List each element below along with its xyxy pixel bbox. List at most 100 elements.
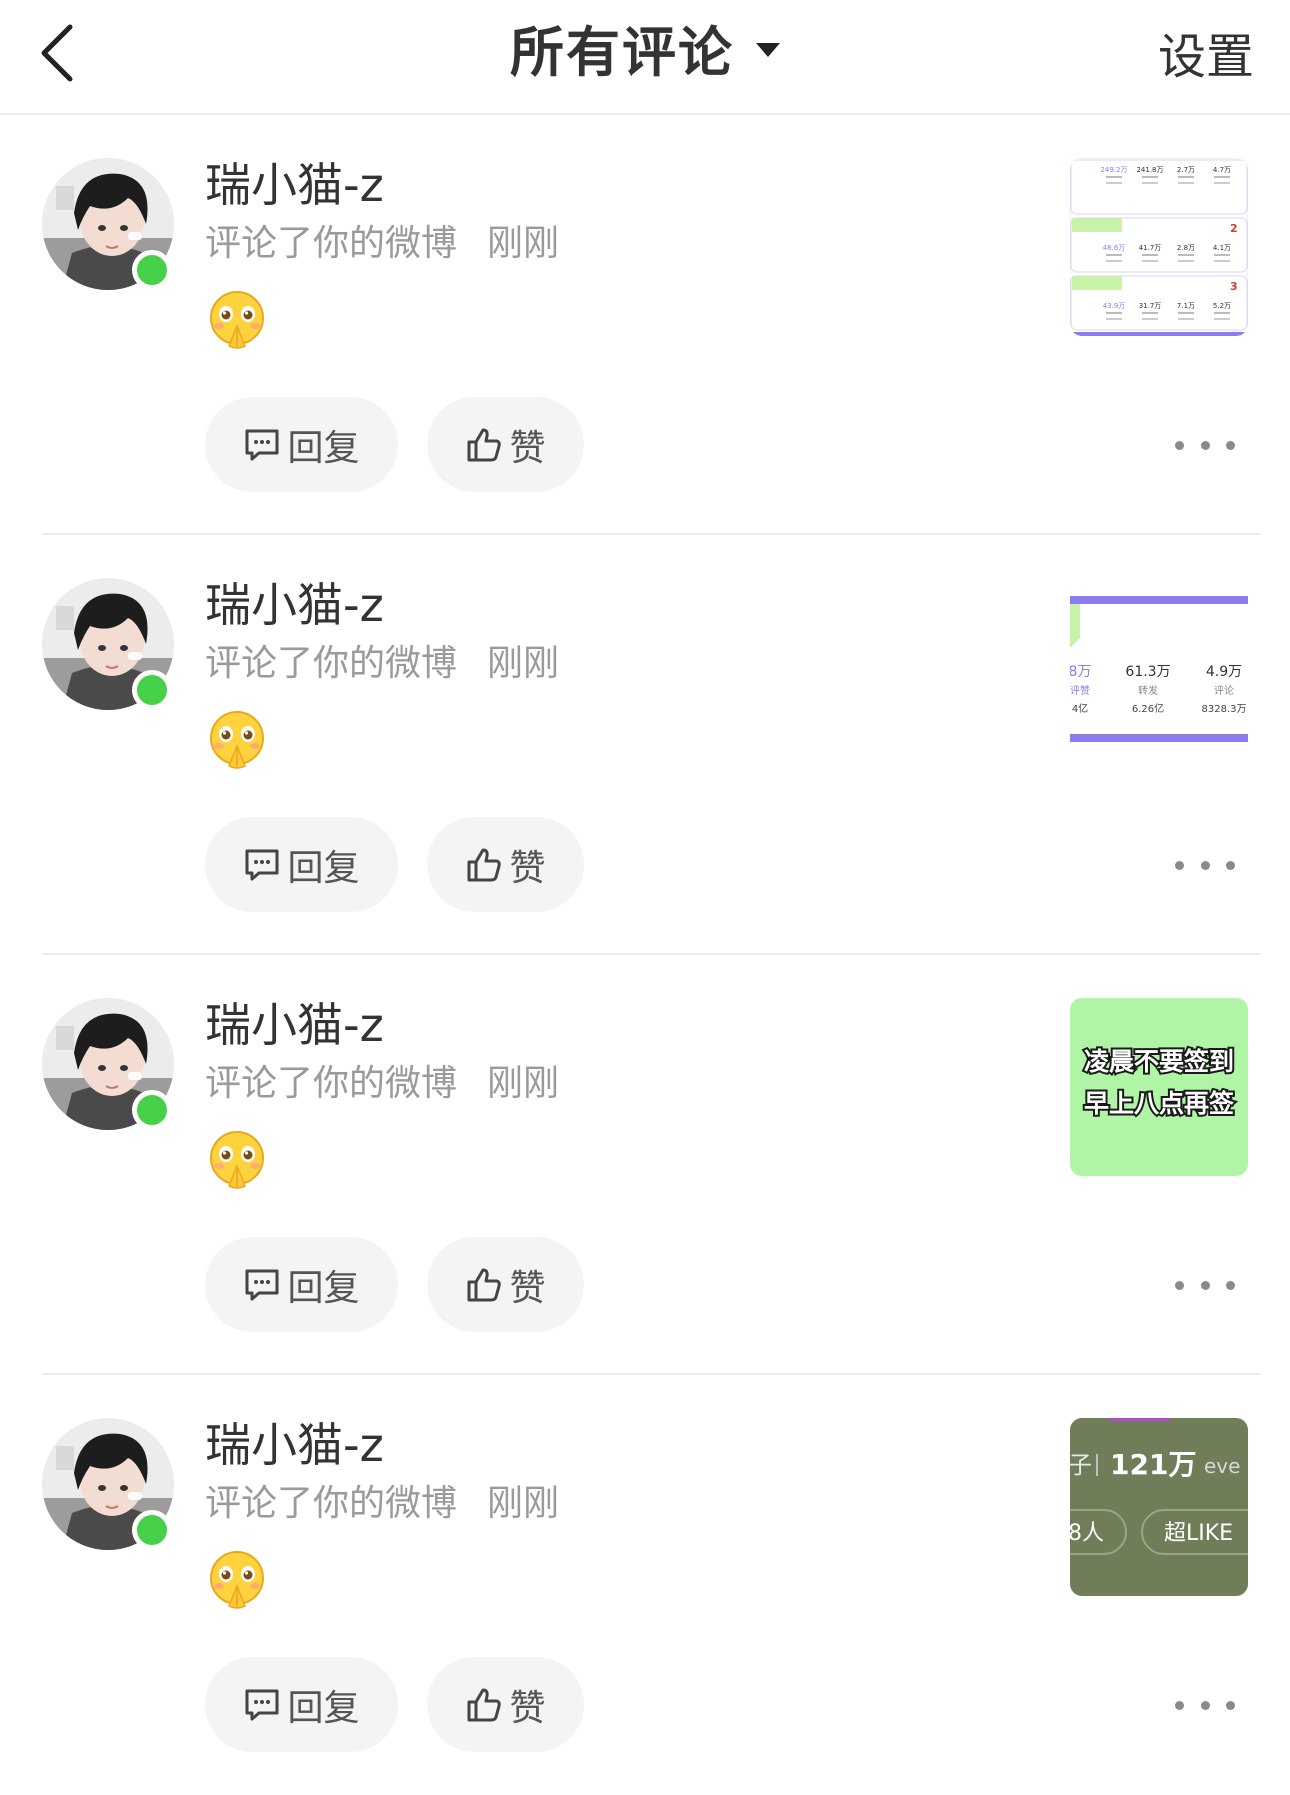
pleading-hands-emoji [207, 710, 267, 770]
like-label: 赞 [509, 1267, 546, 1309]
pleading-hands-emoji [207, 1130, 267, 1190]
stat-value: 2.8万 [1177, 244, 1195, 252]
pleading-hands-emoji [207, 290, 267, 350]
thumbnail-image: 8万评赞 4亿 61.3万转发 6.26亿 4.9万评论 8328.3万 [1070, 578, 1248, 756]
stat-value: 4.1万 [1213, 244, 1231, 252]
stat-value: 7.1万 [1177, 302, 1195, 310]
comment-filter-dropdown[interactable]: 所有评论 [0, 18, 1290, 88]
reply-label: 回复 [287, 1687, 360, 1729]
post-thumbnail[interactable]: 凌晨不要签到 早上八点再签 [1070, 998, 1248, 1176]
pleading-hands-emoji [207, 1550, 267, 1610]
stat-label: 评赞 [1070, 684, 1090, 697]
stat-value: 8万 [1070, 664, 1091, 680]
stat-value: 31.7万 [1139, 302, 1162, 310]
stat-sub: 6.26亿 [1132, 702, 1164, 715]
chat-bubble-icon [243, 847, 281, 883]
thumbs-up-icon [465, 1686, 503, 1724]
post-thumbnail[interactable]: 8万评赞 4亿 61.3万转发 6.26亿 4.9万评论 8328.3万 [1070, 578, 1248, 756]
username[interactable]: 瑞小猫-z [205, 1413, 384, 1477]
thumbnail-text-line: 早上八点再签 [1084, 1089, 1235, 1118]
like-label: 赞 [509, 847, 546, 889]
thumbnail-image: 凌晨不要签到早上八点再签 [1070, 998, 1248, 1176]
stat-label: 转发 [1138, 684, 1158, 697]
username[interactable]: 瑞小猫-z [205, 153, 384, 217]
action-text: 评论了你的微博 [205, 223, 458, 264]
stat-value: 4.9万 [1206, 664, 1242, 680]
comment-list: 瑞小猫-z 评论了你的微博 刚刚 回复 赞 249.2万 241.8万 2.7万 4.7… [0, 115, 1290, 1795]
thumbnail-text: eve [1204, 1454, 1240, 1478]
reply-button[interactable]: 回复 [205, 397, 398, 492]
more-options-button[interactable] [1175, 1260, 1235, 1310]
more-options-button[interactable] [1175, 420, 1235, 470]
stat-value: 4.7万 [1213, 166, 1231, 174]
like-button[interactable]: 赞 [427, 1657, 584, 1752]
timestamp: 刚刚 [487, 1063, 560, 1104]
online-status-dot [132, 1090, 172, 1130]
rank-number: 2 [1230, 222, 1238, 235]
top-bar: 所有评论 设置 [0, 0, 1290, 115]
like-button[interactable]: 赞 [427, 817, 584, 912]
rank-number: 3 [1230, 280, 1238, 293]
thumbs-up-icon [465, 426, 503, 464]
caret-down-icon [756, 43, 780, 58]
comment-meta: 评论了你的微博 刚刚 [205, 218, 559, 270]
thumbs-up-icon [465, 846, 503, 884]
reply-label: 回复 [287, 1267, 360, 1309]
stat-value: 241.8万 [1136, 166, 1163, 174]
stat-sub: 8328.3万 [1202, 704, 1247, 715]
stat-value: 2.7万 [1177, 166, 1195, 174]
chat-bubble-icon [243, 1687, 281, 1723]
more-options-button[interactable] [1175, 840, 1235, 890]
thumbnail-text: 8人 [1070, 1521, 1104, 1546]
stat-value: 249.2万 [1100, 166, 1127, 174]
thumbnail-text: 121万 [1110, 1448, 1196, 1481]
reply-label: 回复 [287, 427, 360, 469]
comment-meta: 评论了你的微博 刚刚 [205, 1478, 559, 1530]
timestamp: 刚刚 [487, 223, 560, 264]
settings-button[interactable]: 设置 [1158, 22, 1254, 92]
reply-button[interactable]: 回复 [205, 1657, 398, 1752]
comment-item: 瑞小猫-z 评论了你的微博 刚刚 回复 赞 凌晨不要签到 早上八点再签 [0, 955, 1290, 1375]
comment-item: 瑞小猫-z 评论了你的微博 刚刚 回复 赞 子 121万 eve 8人 超LIKE [0, 1375, 1290, 1795]
reply-button[interactable]: 回复 [205, 1237, 398, 1332]
thumbnail-text: 超LIKE [1164, 1521, 1233, 1546]
thumbnail-text-line: 凌晨不要签到 [1084, 1047, 1234, 1076]
comment-item: 瑞小猫-z 评论了你的微博 刚刚 回复 赞 8万评赞 4亿 61.3万转发 6.26亿 4… [0, 535, 1290, 955]
stat-value: 5.2万 [1213, 302, 1231, 310]
like-label: 赞 [509, 427, 546, 469]
timestamp: 刚刚 [487, 643, 560, 684]
comment-meta: 评论了你的微博 刚刚 [205, 638, 559, 690]
thumbs-up-icon [465, 1266, 503, 1304]
thumbnail-image: 249.2万 241.8万 2.7万 4.7万 2 48.6万 41.7万 2.8万 4.1万 3… [1070, 158, 1248, 336]
stat-sub: 4亿 [1072, 702, 1088, 715]
comment-meta: 评论了你的微博 刚刚 [205, 1058, 559, 1110]
stat-value: 43.9万 [1103, 302, 1126, 310]
online-status-dot [132, 670, 172, 710]
comment-item: 瑞小猫-z 评论了你的微博 刚刚 回复 赞 249.2万 241.8万 2.7万 4.7… [0, 115, 1290, 535]
reply-button[interactable]: 回复 [205, 817, 398, 912]
stat-value: 61.3万 [1125, 664, 1170, 680]
post-thumbnail[interactable]: 子 121万 eve 8人 超LIKE [1070, 1418, 1248, 1596]
online-status-dot [132, 250, 172, 290]
like-button[interactable]: 赞 [427, 397, 584, 492]
chat-bubble-icon [243, 1267, 281, 1303]
action-text: 评论了你的微博 [205, 1483, 458, 1524]
action-text: 评论了你的微博 [205, 643, 458, 684]
username[interactable]: 瑞小猫-z [205, 573, 384, 637]
stat-value: 48.6万 [1103, 244, 1126, 252]
stat-label: 评论 [1214, 684, 1234, 697]
more-options-button[interactable] [1175, 1680, 1235, 1730]
page-title: 所有评论 [510, 21, 734, 84]
stat-value: 41.7万 [1139, 244, 1162, 252]
thumbnail-image: 子 121万 eve 8人 超LIKE [1070, 1418, 1248, 1596]
post-thumbnail[interactable]: 249.2万 241.8万 2.7万 4.7万 2 48.6万 41.7万 2.8万 4.1万 3… [1070, 158, 1248, 336]
username[interactable]: 瑞小猫-z [205, 993, 384, 1057]
thumbnail-text: 子 [1070, 1451, 1092, 1479]
action-text: 评论了你的微博 [205, 1063, 458, 1104]
like-label: 赞 [509, 1687, 546, 1729]
reply-label: 回复 [287, 847, 360, 889]
online-status-dot [132, 1510, 172, 1550]
timestamp: 刚刚 [487, 1483, 560, 1524]
like-button[interactable]: 赞 [427, 1237, 584, 1332]
chat-bubble-icon [243, 427, 281, 463]
